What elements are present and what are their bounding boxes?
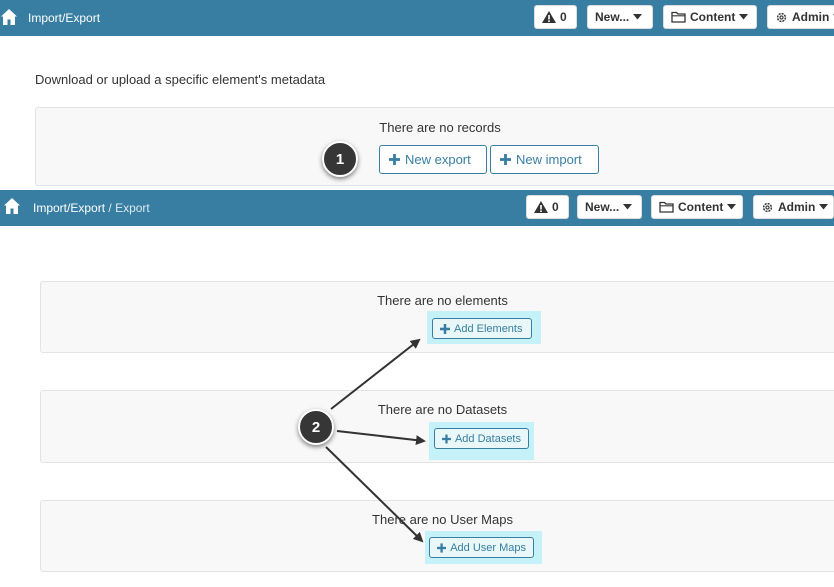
content-menu-button[interactable]: Content — [663, 5, 757, 29]
plus-icon — [442, 434, 451, 443]
empty-user-maps-message: There are no User Maps — [372, 512, 513, 527]
breadcrumb-current: Export — [115, 201, 150, 215]
gear-icon — [762, 202, 773, 212]
plus-icon — [500, 154, 511, 165]
new-menu-button[interactable]: New... — [587, 5, 653, 29]
folder-icon — [671, 11, 686, 23]
caret-down-icon — [727, 204, 737, 210]
breadcrumb-separator: / — [108, 201, 112, 215]
add-user-maps-label: Add User Maps — [450, 541, 526, 554]
alerts-button[interactable]: 0 — [534, 5, 577, 29]
plus-icon — [437, 542, 447, 553]
content-menu-button[interactable]: Content — [651, 195, 743, 219]
admin-menu-button[interactable]: Admin — [767, 5, 834, 29]
home-icon[interactable] — [0, 8, 18, 26]
top-navbar: Import/Export / Export 0 New... Content … — [0, 190, 834, 226]
folder-icon — [659, 201, 674, 213]
callout-badge-2: 2 — [298, 409, 334, 445]
top-navbar: Import/Export 0 New... Content Admin — [0, 0, 834, 36]
new-import-button[interactable]: New import — [490, 145, 599, 174]
new-export-button[interactable]: New export — [379, 145, 487, 174]
plus-icon — [440, 323, 450, 334]
breadcrumb: Import/Export — [28, 11, 100, 25]
breadcrumb-root[interactable]: Import/Export — [28, 11, 100, 25]
warning-icon — [534, 201, 548, 213]
caret-down-icon — [623, 204, 633, 210]
new-import-label: New import — [516, 152, 582, 167]
content-menu-label: Content — [678, 200, 724, 214]
admin-menu-label: Admin — [778, 200, 816, 214]
add-datasets-button[interactable]: Add Datasets — [434, 428, 529, 449]
empty-elements-message: There are no elements — [377, 293, 508, 308]
new-menu-button[interactable]: New... — [577, 195, 642, 219]
alerts-count: 0 — [552, 200, 559, 214]
page-description: Download or upload a specific element's … — [35, 72, 326, 87]
callout-badge-1: 1 — [322, 141, 358, 177]
add-datasets-label: Add Datasets — [454, 432, 521, 445]
alerts-button[interactable]: 0 — [526, 195, 569, 219]
add-elements-label: Add Elements — [454, 322, 523, 335]
empty-datasets-message: There are no Datasets — [377, 402, 508, 417]
home-icon[interactable] — [3, 197, 21, 215]
caret-down-icon — [739, 14, 749, 20]
new-menu-label: New... — [585, 200, 620, 214]
content-menu-label: Content — [690, 10, 736, 24]
empty-records-message: There are no records — [379, 120, 501, 135]
add-elements-button[interactable]: Add Elements — [432, 318, 532, 339]
add-user-maps-button[interactable]: Add User Maps — [429, 537, 534, 558]
new-menu-label: New... — [595, 10, 630, 24]
caret-down-icon — [633, 14, 643, 20]
breadcrumb: Import/Export / Export — [33, 201, 150, 215]
warning-icon — [542, 11, 556, 23]
alerts-count: 0 — [560, 10, 567, 24]
plus-icon — [389, 154, 400, 165]
gear-icon — [776, 12, 787, 22]
breadcrumb-root[interactable]: Import/Export — [33, 201, 105, 215]
admin-menu-button[interactable]: Admin — [753, 195, 834, 219]
caret-down-icon — [819, 204, 829, 210]
new-export-label: New export — [405, 152, 471, 167]
admin-menu-label: Admin — [792, 10, 830, 24]
